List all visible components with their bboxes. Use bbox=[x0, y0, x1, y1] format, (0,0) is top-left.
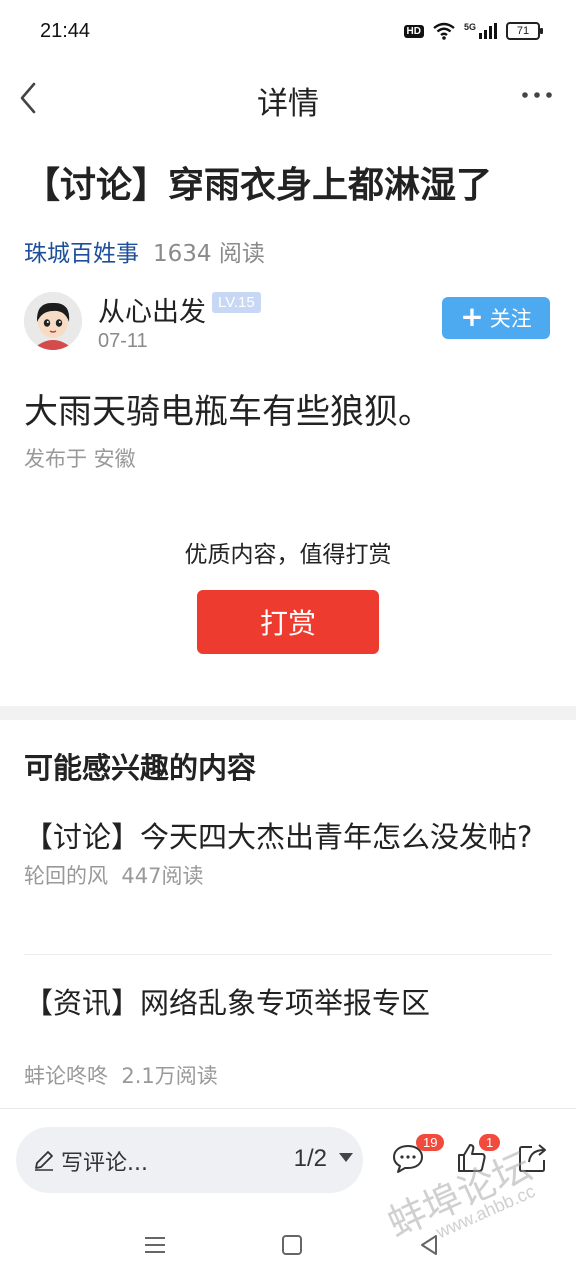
menu-icon bbox=[145, 1237, 165, 1253]
post-location: 发布于 安徽 bbox=[24, 447, 136, 471]
like-count-badge: 1 bbox=[479, 1134, 501, 1151]
list-item[interactable]: 【资讯】网络乱象专项举报专区 蚌论咚咚 2.1万阅读 bbox=[24, 980, 552, 1090]
list-item-title[interactable]: 【资讯】网络乱象专项举报专区 bbox=[24, 980, 552, 1026]
author-name[interactable]: 从心出发 bbox=[98, 290, 206, 329]
list-divider bbox=[24, 954, 552, 955]
article-title: 【讨论】穿雨衣身上都淋湿了 bbox=[24, 165, 493, 206]
status-bar: 21:44 HD 5G 71 bbox=[0, 0, 576, 66]
post-date: 07-11 bbox=[98, 330, 148, 352]
list-item-meta: 轮回的风 447阅读 bbox=[24, 860, 552, 890]
network-type-label: 5G bbox=[463, 22, 476, 32]
avatar[interactable] bbox=[24, 292, 82, 350]
list-item-author: 轮回的风 bbox=[24, 864, 108, 888]
home-button[interactable] bbox=[277, 1230, 307, 1260]
follow-label: 关注 bbox=[489, 307, 532, 331]
level-badge: LV.15 bbox=[212, 292, 261, 313]
list-item-reads: 2.1万阅读 bbox=[121, 1064, 218, 1088]
nav-bar: 详情 bbox=[0, 66, 576, 128]
share-button[interactable] bbox=[516, 1141, 550, 1175]
home-square-icon bbox=[282, 1235, 302, 1255]
back-triangle-icon bbox=[421, 1235, 437, 1255]
article-meta: 珠城百姓事 1634 阅读 bbox=[24, 234, 265, 268]
pencil-icon bbox=[35, 1151, 53, 1171]
system-back-button[interactable] bbox=[414, 1230, 444, 1260]
system-nav-bar bbox=[0, 1212, 576, 1280]
list-item-title[interactable]: 【讨论】今天四大杰出青年怎么没发帖? bbox=[24, 814, 552, 860]
follow-button[interactable]: + 关注 bbox=[442, 297, 550, 339]
list-item[interactable]: 【讨论】今天四大杰出青年怎么没发帖? 轮回的风 447阅读 bbox=[24, 814, 552, 890]
page-indicator[interactable]: 1/2 bbox=[294, 1145, 327, 1173]
battery-icon: 71 bbox=[506, 22, 543, 40]
section-divider bbox=[0, 706, 576, 720]
bottom-action-bar: 写评论... 1/2 19 1 bbox=[0, 1108, 576, 1212]
avatar-image bbox=[24, 292, 82, 350]
plus-icon: + bbox=[460, 299, 484, 333]
recent-apps-button[interactable] bbox=[140, 1230, 170, 1260]
more-options-button[interactable] bbox=[520, 80, 554, 110]
share-icon bbox=[519, 1144, 546, 1172]
reward-button[interactable]: 打赏 bbox=[197, 590, 379, 654]
list-item-reads: 447阅读 bbox=[121, 864, 204, 888]
comment-count-badge: 19 bbox=[416, 1134, 445, 1151]
status-time: 21:44 bbox=[40, 20, 91, 42]
page-title: 详情 bbox=[257, 86, 319, 122]
reward-hint: 优质内容，值得打赏 bbox=[184, 542, 392, 568]
comment-placeholder: 写评论... bbox=[61, 1151, 148, 1176]
list-item-meta: 蚌论咚咚 2.1万阅读 bbox=[24, 1060, 552, 1090]
status-icons: HD 5G 71 bbox=[403, 22, 543, 40]
chevron-down-icon[interactable] bbox=[339, 1153, 353, 1162]
read-count: 1634 阅读 bbox=[153, 241, 265, 267]
post-body: 大雨天骑电瓶车有些狼狈。 bbox=[24, 392, 432, 432]
signal-icon bbox=[479, 23, 497, 39]
circle-link[interactable]: 珠城百姓事 bbox=[24, 241, 139, 267]
wifi-icon bbox=[433, 22, 455, 40]
more-dots-icon bbox=[522, 92, 552, 98]
recommendations-heading: 可能感兴趣的内容 bbox=[24, 751, 257, 785]
list-item-author: 蚌论咚咚 bbox=[24, 1064, 108, 1088]
hd-icon: HD bbox=[403, 24, 424, 38]
comment-input[interactable]: 写评论... 1/2 bbox=[16, 1127, 363, 1193]
